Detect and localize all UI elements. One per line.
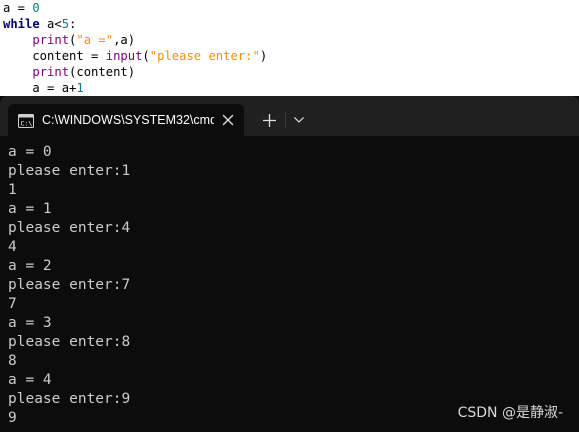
plus-icon[interactable] [257, 108, 281, 132]
code-line: content = input("please enter:") [3, 48, 267, 64]
terminal-window: C:\ C:\WINDOWS\SYSTEM32\cmd a = 0 please … [0, 96, 579, 432]
code-token: input [105, 49, 143, 63]
terminal-output[interactable]: a = 0 please enter:1 1 a = 1 please enter:4 4… [8, 143, 568, 428]
code-token: a = a+ [3, 81, 77, 95]
chevron-down-icon[interactable] [288, 108, 310, 132]
code-token: ( [142, 49, 150, 63]
svg-text:C:\: C:\ [21, 120, 33, 128]
terminal-line: a = 1 [8, 201, 52, 217]
terminal-line: a = 2 [8, 258, 52, 274]
code-token: print [32, 33, 70, 47]
code-token: content = [3, 49, 106, 63]
tab-divider [285, 112, 286, 128]
code-token: print [32, 65, 70, 79]
code-line: print(content) [3, 64, 135, 80]
tab-title: C:\WINDOWS\SYSTEM32\cmd [42, 113, 214, 127]
terminal-line: a = 0 [8, 144, 52, 160]
terminal-line: 1 [8, 182, 17, 198]
watermark: CSDN @是静淑- [457, 405, 563, 421]
cmd-icon: C:\ [18, 113, 34, 128]
code-token: a = [3, 1, 33, 15]
code-token: 1 [76, 81, 84, 95]
code-token: a< [39, 17, 62, 31]
code-token: : [69, 17, 77, 31]
code-line: print("a =",a) [3, 32, 135, 48]
code-token: (content) [69, 65, 136, 79]
terminal-line: please enter:8 [8, 334, 131, 350]
code-token: ) [259, 49, 268, 63]
terminal-line: please enter:7 [8, 277, 131, 293]
terminal-line: 7 [8, 296, 17, 312]
terminal-line: 8 [8, 353, 17, 369]
terminal-line: a = 4 [8, 372, 52, 388]
terminal-line: please enter:1 [8, 163, 131, 179]
code-token: "please enter:" [149, 49, 260, 63]
code-token: ,a) [113, 33, 136, 47]
code-token: 5 [61, 17, 70, 31]
code-line: a = 0 [3, 0, 40, 16]
code-token: while [3, 17, 40, 31]
code-token: 0 [32, 1, 40, 15]
tab-cmd[interactable]: C:\ C:\WINDOWS\SYSTEM32\cmd [8, 104, 244, 136]
code-line: a = a+1 [3, 80, 84, 96]
terminal-line: a = 3 [8, 315, 52, 331]
terminal-line: 4 [8, 239, 17, 255]
tab-bar: C:\ C:\WINDOWS\SYSTEM32\cmd [0, 96, 579, 136]
code-token: "a =" [76, 33, 114, 47]
code-editor[interactable]: a = 0 while a<5: print("a =",a) content … [0, 0, 579, 96]
close-icon[interactable] [218, 110, 238, 130]
terminal-line: please enter:4 [8, 220, 131, 236]
code-line: while a<5: [3, 16, 76, 32]
